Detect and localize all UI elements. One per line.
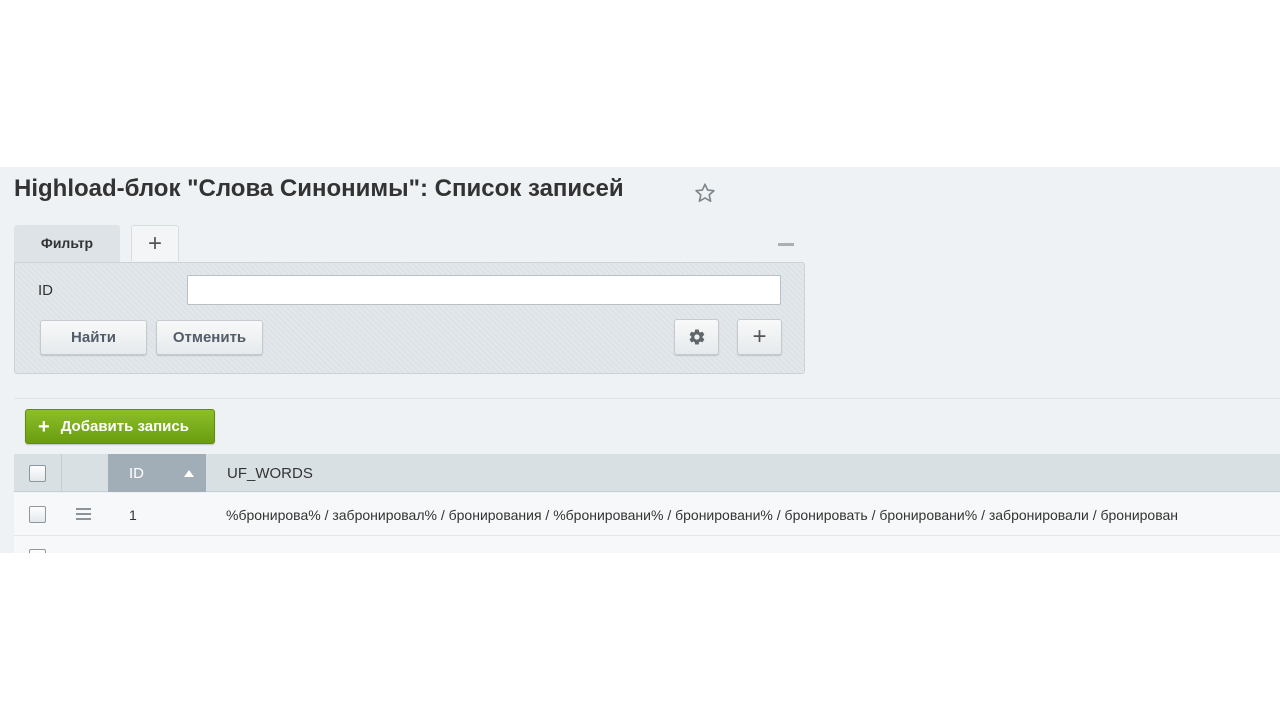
cell-uf-words: %бронирова% / забронировал% / бронирован… xyxy=(226,507,1179,523)
plus-icon: + xyxy=(752,323,767,350)
table-row[interactable]: 1 %бронирова% / забронировал% / брониров… xyxy=(14,493,1280,536)
column-header-id[interactable]: ID xyxy=(108,454,206,492)
list-toolbar: + Добавить запись xyxy=(14,398,1280,454)
gear-icon xyxy=(689,329,704,345)
minimize-icon[interactable] xyxy=(778,243,794,246)
add-filter-field-button[interactable]: + xyxy=(737,319,782,355)
row-checkbox[interactable] xyxy=(29,506,46,523)
filter-box: ID Найти Отменить + xyxy=(14,262,805,374)
admin-panel: Highload-блок "Слова Синонимы": Список з… xyxy=(0,167,1280,553)
row-checkbox[interactable] xyxy=(29,549,46,553)
find-button[interactable]: Найти xyxy=(40,320,147,355)
sort-asc-icon xyxy=(184,470,194,477)
page-title: Highload-блок "Слова Синонимы": Список з… xyxy=(14,175,624,202)
id-field-label: ID xyxy=(38,282,53,299)
column-divider xyxy=(61,454,62,492)
settings-button[interactable] xyxy=(674,319,719,355)
add-record-label: Добавить запись xyxy=(60,418,189,435)
row-menu-icon[interactable] xyxy=(76,508,91,520)
star-icon[interactable] xyxy=(694,182,716,204)
column-header-id-label: ID xyxy=(129,465,144,482)
cancel-button[interactable]: Отменить xyxy=(156,320,263,355)
table-row-partial xyxy=(14,536,1280,553)
plus-icon: + xyxy=(38,415,50,438)
plus-icon: + xyxy=(147,229,162,257)
table-header: ID UF_WORDS xyxy=(14,454,1280,492)
select-all-checkbox[interactable] xyxy=(29,465,46,482)
cell-id: 1 xyxy=(129,507,137,523)
add-filter-tab-button[interactable]: + xyxy=(131,225,179,261)
id-filter-input[interactable] xyxy=(187,275,781,305)
add-record-button[interactable]: + Добавить запись xyxy=(25,409,215,444)
column-header-uf-words[interactable]: UF_WORDS xyxy=(227,465,313,482)
tab-filter[interactable]: Фильтр xyxy=(14,225,120,263)
